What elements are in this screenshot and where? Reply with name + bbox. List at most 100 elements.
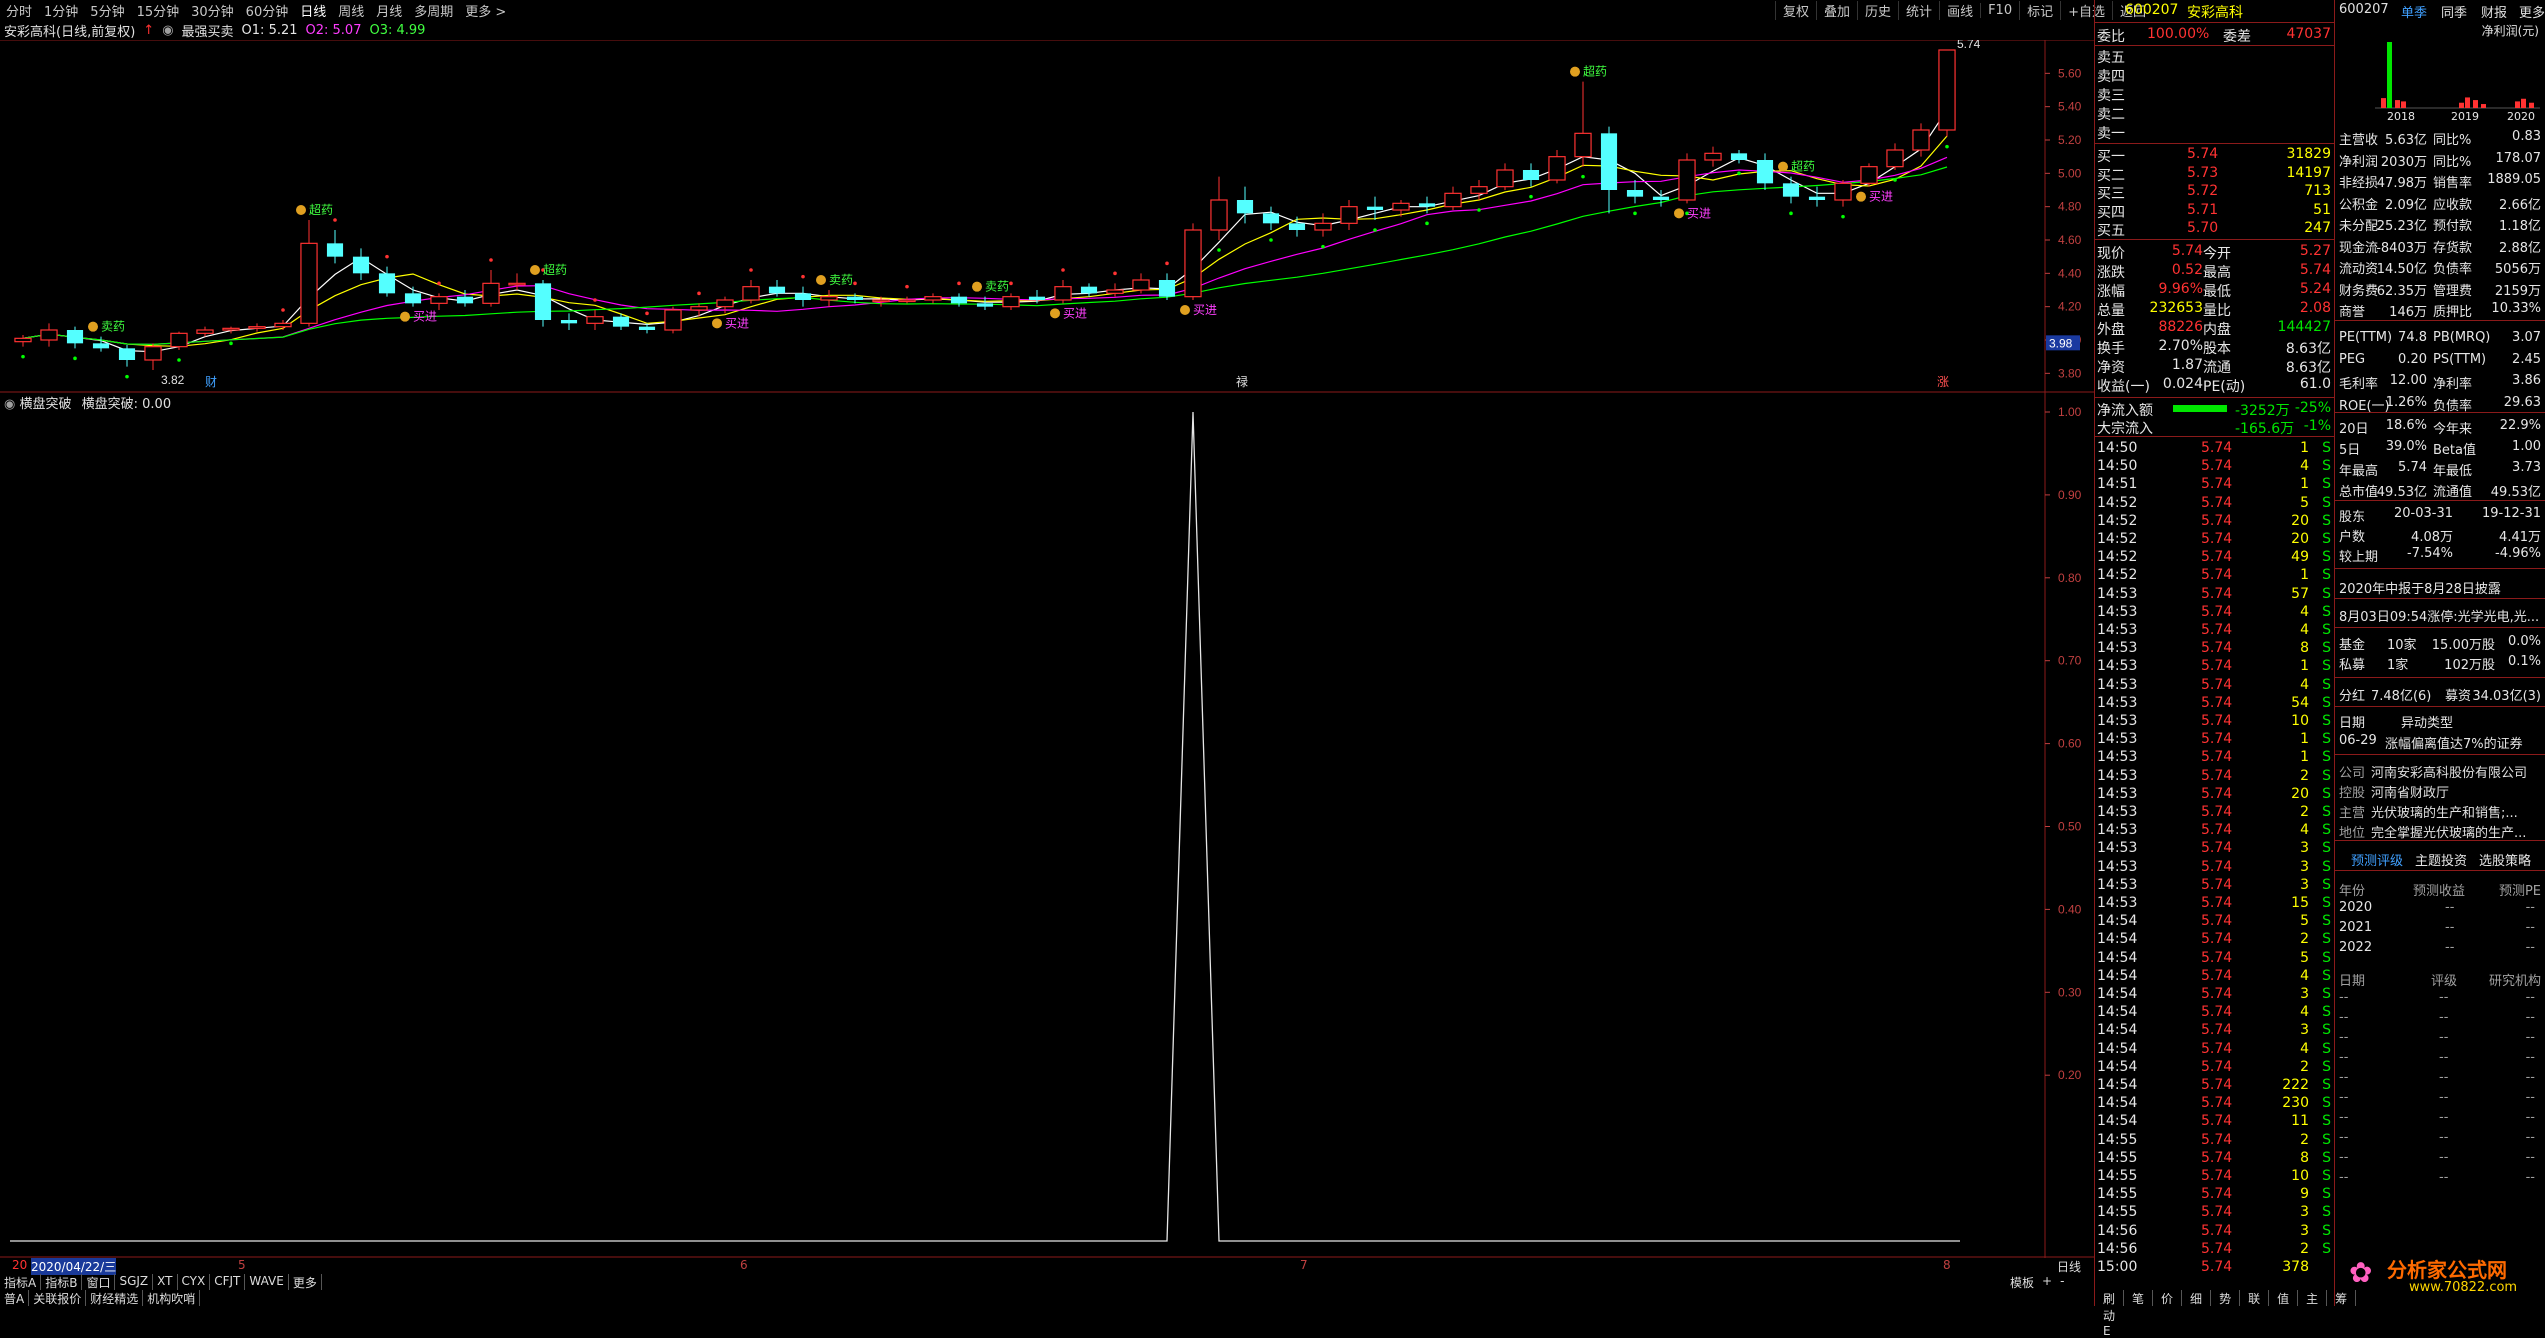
period-tab[interactable]: 周线: [332, 1, 370, 20]
quote-tab[interactable]: 价: [2153, 1290, 2183, 1306]
period-mode[interactable]: 日线: [2057, 1258, 2081, 1275]
candle[interactable]: [586, 310, 604, 330]
info-tab[interactable]: 财经精选: [86, 1290, 144, 1306]
candle[interactable]: [1678, 153, 1696, 204]
candle[interactable]: [144, 343, 162, 370]
candle[interactable]: [1496, 163, 1514, 190]
tab-more[interactable]: 更多: [2519, 2, 2545, 21]
period-tab[interactable]: 60分钟: [240, 1, 295, 20]
buy-level-row[interactable]: 买一 5.74 31829: [2095, 146, 2335, 165]
period-tab[interactable]: 多周期: [408, 1, 459, 20]
anomaly-row[interactable]: 06-29 涨幅偏离值达7%的证券: [2335, 733, 2545, 752]
tool-button[interactable]: 统计: [1898, 0, 1939, 20]
candle[interactable]: [950, 293, 968, 307]
candle[interactable]: [560, 313, 578, 330]
candle[interactable]: [248, 323, 266, 332]
candle[interactable]: [1652, 190, 1670, 207]
quote-tab[interactable]: 主: [2298, 1290, 2328, 1306]
candle[interactable]: [534, 280, 552, 327]
candle[interactable]: [1886, 143, 1904, 170]
candle[interactable]: [1834, 180, 1852, 207]
candle[interactable]: [1158, 273, 1176, 300]
candle[interactable]: [1574, 81, 1592, 167]
period-tab[interactable]: 1分钟: [38, 1, 84, 20]
indicator-tab[interactable]: 更多: [289, 1274, 322, 1290]
quote-tab[interactable]: 笔: [2124, 1290, 2154, 1306]
candle[interactable]: [1262, 206, 1280, 230]
tool-button[interactable]: 复权: [1775, 0, 1816, 20]
tool-button[interactable]: 历史: [1857, 0, 1898, 20]
candle[interactable]: [404, 286, 422, 307]
candle[interactable]: [1314, 213, 1332, 237]
indicator-tab[interactable]: 窗口: [82, 1274, 116, 1290]
candle[interactable]: [898, 296, 916, 304]
tab-same-quarter[interactable]: 同季: [2441, 2, 2467, 21]
candle[interactable]: [1366, 196, 1384, 220]
indicator-toggle-icon[interactable]: ◉: [162, 23, 173, 38]
quote-tab[interactable]: 刷动E: [2095, 1290, 2125, 1338]
quote-tab[interactable]: 细: [2182, 1290, 2212, 1306]
candle[interactable]: [1236, 186, 1254, 224]
candle[interactable]: [1626, 180, 1644, 204]
event-marker[interactable]: 禄: [1236, 374, 1248, 389]
limit-up-marker[interactable]: 涨: [1937, 374, 1949, 389]
candle[interactable]: [326, 230, 344, 264]
candle[interactable]: [1444, 186, 1462, 210]
candle[interactable]: [1054, 280, 1072, 304]
candle[interactable]: [66, 326, 84, 349]
tool-button[interactable]: F10: [1980, 2, 2019, 18]
candle[interactable]: [1912, 123, 1930, 157]
candle[interactable]: [716, 296, 734, 314]
candle[interactable]: [1184, 223, 1202, 300]
sell-level-row[interactable]: 卖一: [2095, 123, 2335, 142]
finance-marker[interactable]: 财: [205, 375, 217, 389]
candle[interactable]: [14, 335, 32, 347]
indicator-tab[interactable]: 指标B: [41, 1274, 83, 1290]
candle[interactable]: [1860, 163, 1878, 187]
tool-button[interactable]: 画线: [1939, 0, 1980, 20]
candle[interactable]: [794, 286, 812, 307]
period-tab[interactable]: 30分钟: [185, 1, 240, 20]
price-chart[interactable]: 5.605.405.205.004.804.604.404.204.003.98…: [0, 40, 2095, 400]
indicator-tab[interactable]: CYX: [178, 1274, 211, 1290]
candle[interactable]: [742, 280, 760, 304]
indicator-tab[interactable]: XT: [153, 1274, 178, 1290]
candle[interactable]: [1548, 150, 1566, 184]
period-tab[interactable]: 5分钟: [84, 1, 130, 20]
quote-tab[interactable]: 筹: [2327, 1290, 2357, 1306]
candle[interactable]: [274, 320, 292, 330]
candle[interactable]: [40, 323, 58, 347]
candle[interactable]: [1938, 49, 1956, 137]
buy-level-row[interactable]: 买三 5.72 713: [2095, 183, 2335, 202]
tool-button[interactable]: 标记: [2019, 0, 2060, 20]
buy-level-row[interactable]: 买二 5.73 14197: [2095, 165, 2335, 184]
candle[interactable]: [1600, 126, 1618, 214]
candle[interactable]: [690, 303, 708, 317]
buy-level-row[interactable]: 买五 5.70 247: [2095, 220, 2335, 239]
candle[interactable]: [1782, 176, 1800, 204]
candle[interactable]: [1340, 200, 1358, 230]
tab-quarterly[interactable]: 单季: [2401, 2, 2427, 21]
tab-forecast[interactable]: 预测评级: [2351, 850, 2403, 869]
candle[interactable]: [1106, 283, 1124, 297]
news-2[interactable]: 8月03日09:54涨停:光学光电,光...: [2335, 606, 2545, 625]
tool-button[interactable]: 叠加: [1816, 0, 1857, 20]
quote-tab[interactable]: 势: [2211, 1290, 2241, 1306]
candle[interactable]: [820, 290, 838, 307]
tab-report[interactable]: 财报: [2481, 2, 2507, 21]
news-1[interactable]: 2020年中报于8月28日披露: [2335, 578, 2545, 597]
info-tab[interactable]: 普A: [0, 1290, 30, 1306]
quote-tab[interactable]: 联: [2240, 1290, 2270, 1306]
period-tab[interactable]: 月线: [370, 1, 408, 20]
candle[interactable]: [300, 220, 318, 327]
candle[interactable]: [924, 293, 942, 304]
candle[interactable]: [638, 323, 656, 334]
tab-strategy[interactable]: 选股策略: [2479, 850, 2531, 869]
zoom-out-button[interactable]: -: [2060, 1274, 2064, 1291]
candle[interactable]: [1704, 146, 1722, 167]
zoom-in-button[interactable]: +: [2042, 1274, 2052, 1291]
sell-level-row[interactable]: 卖二: [2095, 104, 2335, 123]
sell-level-row[interactable]: 卖五: [2095, 47, 2335, 66]
candle[interactable]: [1756, 153, 1774, 190]
period-tab[interactable]: 分时: [0, 1, 38, 20]
